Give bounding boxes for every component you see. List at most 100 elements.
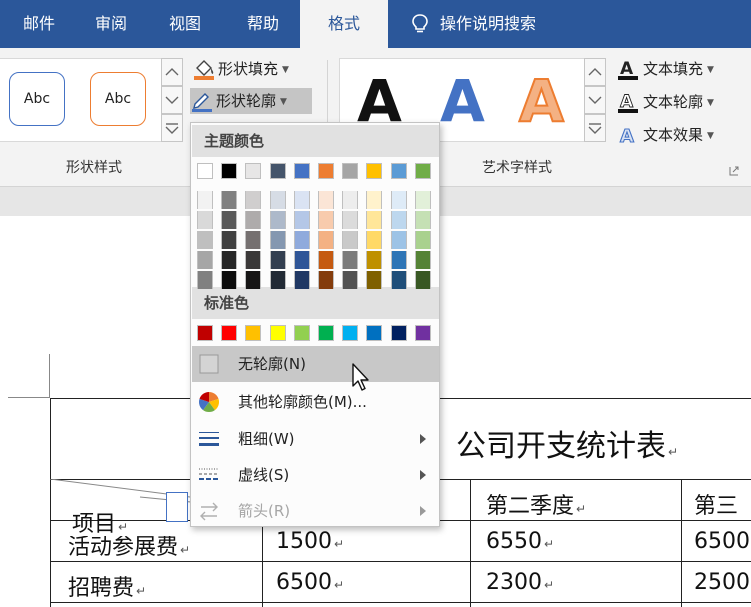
standard-color-swatch[interactable] [269,325,286,341]
theme-color-swatch[interactable] [221,211,238,229]
no-outline-menu-item[interactable]: 无轮廓(N) [192,346,439,382]
theme-color-swatch[interactable] [197,163,213,179]
theme-color-swatch[interactable] [197,231,213,249]
theme-color-swatch[interactable] [342,211,359,229]
theme-color-swatch[interactable] [293,271,310,289]
theme-color-swatch[interactable] [390,211,407,229]
standard-color-swatch[interactable] [342,325,359,341]
theme-color-swatch[interactable] [269,163,286,179]
theme-color-swatch[interactable] [197,271,213,289]
wordart-scroll-down-button[interactable] [584,86,606,114]
arrows-menu-item[interactable]: 箭头(R) [192,493,439,529]
theme-color-swatch[interactable] [293,191,310,209]
theme-color-swatch[interactable] [318,271,334,289]
theme-color-swatch[interactable] [414,271,431,289]
wordart-more-button[interactable] [584,114,606,142]
theme-color-swatch[interactable] [342,231,359,249]
theme-color-swatch[interactable] [293,231,310,249]
lightbulb-icon[interactable] [410,13,430,35]
shape-fill-button[interactable]: 形状填充 ▼ [192,56,312,82]
theme-color-swatch[interactable] [197,251,213,269]
header-cell-q2[interactable]: 第二季度 ↵ [486,488,586,520]
theme-color-swatch[interactable] [269,211,286,229]
theme-color-swatch[interactable] [318,231,334,249]
theme-color-swatch[interactable] [366,211,383,229]
table-cell[interactable]: 6550 ↵ [486,529,554,554]
theme-color-swatch[interactable] [269,251,286,269]
tab-view[interactable]: 视图 [144,0,226,48]
text-fill-button[interactable]: A 文本填充 ▼ [617,56,737,82]
theme-color-swatch[interactable] [293,251,310,269]
table-cell[interactable]: 6500 [694,529,750,554]
theme-color-swatch[interactable] [342,251,359,269]
gallery-scroll-up-button[interactable] [161,58,183,86]
theme-color-swatch[interactable] [342,163,359,179]
theme-color-swatch[interactable] [245,191,262,209]
theme-color-swatch[interactable] [245,271,262,289]
theme-color-swatch[interactable] [221,271,238,289]
theme-color-swatch[interactable] [245,251,262,269]
standard-color-swatch[interactable] [197,325,213,341]
theme-color-swatch[interactable] [197,191,213,209]
theme-color-swatch[interactable] [221,231,238,249]
wordart-sample-orange[interactable]: A [518,67,565,135]
theme-color-swatch[interactable] [366,191,383,209]
theme-color-swatch[interactable] [318,211,334,229]
text-outline-button[interactable]: A 文本轮廓 ▼ [617,89,737,115]
tab-format[interactable]: 格式 [300,0,388,48]
theme-color-swatch[interactable] [318,163,334,179]
shape-selection-handle[interactable] [166,492,188,522]
theme-color-swatch[interactable] [342,271,359,289]
theme-color-swatch[interactable] [390,231,407,249]
theme-color-swatch[interactable] [318,251,334,269]
theme-color-swatch[interactable] [390,191,407,209]
gallery-scroll-down-button[interactable] [161,86,183,114]
shape-outline-button[interactable]: 形状轮廓 ▼ [190,88,312,114]
standard-color-swatch[interactable] [390,325,407,341]
standard-color-swatch[interactable] [414,325,431,341]
theme-color-swatch[interactable] [245,163,262,179]
tell-me-search[interactable]: 操作说明搜索 [440,0,570,48]
theme-color-swatch[interactable] [366,251,383,269]
theme-color-swatch[interactable] [293,163,310,179]
shape-style-sample-blue[interactable]: Abc [9,72,65,126]
theme-color-swatch[interactable] [269,191,286,209]
theme-color-swatch[interactable] [269,231,286,249]
gallery-more-button[interactable] [161,114,183,142]
theme-color-swatch[interactable] [366,163,383,179]
table-cell[interactable]: 1500 ↵ [276,529,344,554]
wordart-sample-blue[interactable]: A [440,68,485,134]
text-effect-button[interactable]: A 文本效果 ▼ [617,122,737,148]
standard-color-swatch[interactable] [318,325,334,341]
standard-color-swatch[interactable] [366,325,383,341]
theme-color-swatch[interactable] [414,251,431,269]
tab-mailings[interactable]: 邮件 [0,0,78,48]
table-cell[interactable]: 6500 ↵ [276,570,344,595]
more-outline-colors-menu-item[interactable]: 其他轮廓颜色(M)... [192,384,439,420]
theme-color-swatch[interactable] [414,163,431,179]
table-cell[interactable]: 2300 ↵ [486,570,554,595]
theme-color-swatch[interactable] [293,211,310,229]
theme-color-swatch[interactable] [221,191,238,209]
theme-color-swatch[interactable] [414,231,431,249]
theme-color-swatch[interactable] [414,211,431,229]
theme-color-swatch[interactable] [245,211,262,229]
header-cell-item[interactable]: 项目 ↵ [72,506,128,538]
standard-color-swatch[interactable] [245,325,262,341]
header-cell-q3[interactable]: 第三 [694,488,738,520]
theme-color-swatch[interactable] [197,211,213,229]
theme-color-swatch[interactable] [390,271,407,289]
table-row-label[interactable]: 招聘费 ↵ [68,570,146,602]
dialog-launcher-icon[interactable] [729,166,739,176]
wordart-scroll-up-button[interactable] [584,58,606,86]
theme-color-swatch[interactable] [366,231,383,249]
shape-style-sample-orange[interactable]: Abc [90,72,146,126]
theme-color-swatch[interactable] [390,251,407,269]
theme-color-swatch[interactable] [318,191,334,209]
standard-color-swatch[interactable] [221,325,238,341]
theme-color-swatch[interactable] [414,191,431,209]
tab-review[interactable]: 审阅 [78,0,144,48]
line-weight-menu-item[interactable]: 粗细(W) [192,421,439,457]
theme-color-swatch[interactable] [366,271,383,289]
theme-color-swatch[interactable] [221,251,238,269]
